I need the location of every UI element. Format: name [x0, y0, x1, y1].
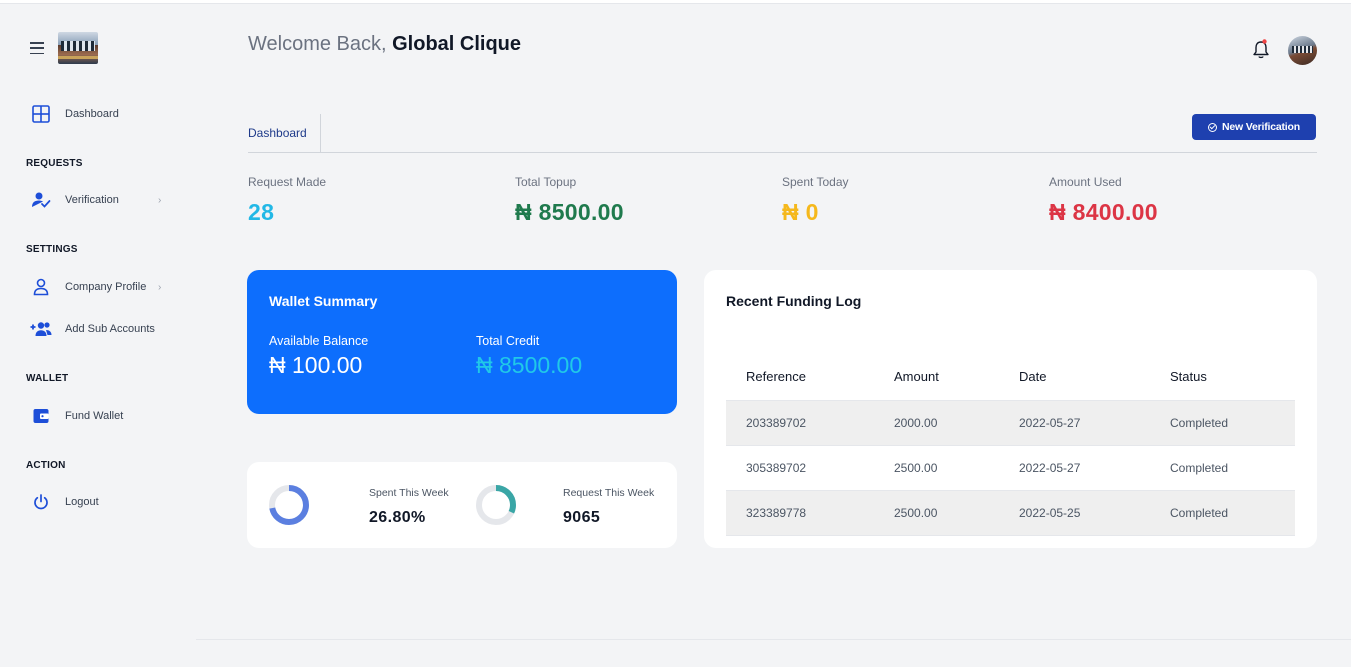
power-icon — [30, 492, 52, 512]
user-icon — [30, 277, 52, 297]
stat-amount-used: Amount Used ₦ 8400.00 — [1049, 175, 1158, 226]
spent-week-donut — [269, 485, 309, 525]
stat-value: 28 — [248, 199, 275, 225]
request-week-donut — [476, 485, 516, 525]
sidebar: Dashboard REQUESTS Verification › SETTIN… — [0, 4, 196, 667]
cell-date: 2022-05-25 — [1019, 506, 1081, 520]
sidebar-item-label: Dashboard — [65, 108, 119, 120]
chevron-right-icon: › — [158, 194, 162, 206]
weekly-stats-card: Spent This Week 26.80% Request This Week… — [247, 462, 677, 548]
welcome-prefix: Welcome Back, — [248, 33, 393, 55]
column-header: Date — [1019, 369, 1047, 384]
user-check-icon — [30, 190, 52, 210]
sidebar-item-label: Logout — [65, 496, 99, 508]
cell-reference: 323389778 — [746, 506, 807, 520]
stat-value: ₦ 8500.00 — [515, 199, 624, 225]
cell-amount: 2500.00 — [894, 506, 938, 520]
sidebar-item-company-profile[interactable]: Company Profile › — [30, 277, 161, 297]
user-name: Global Clique — [392, 33, 522, 55]
stat-value: ₦ 8400.00 — [1049, 199, 1158, 225]
sidebar-header — [30, 32, 98, 64]
total-credit-value: ₦ 8500.00 — [476, 352, 583, 378]
top-border — [0, 0, 1351, 4]
table-row: 323389778 2500.00 2022-05-25 Completed — [726, 491, 1295, 536]
stat-total-topup: Total Topup ₦ 8500.00 — [515, 175, 624, 226]
sidebar-item-label: Add Sub Accounts — [65, 323, 155, 335]
stat-value: ₦ 0 — [782, 199, 819, 225]
hamburger-menu-icon[interactable] — [30, 42, 44, 54]
cell-amount: 2000.00 — [894, 416, 938, 430]
footer-divider — [196, 639, 1351, 640]
wallet-summary-title: Wallet Summary — [269, 293, 378, 309]
spent-week-value: 26.80% — [369, 509, 426, 526]
cell-status: Completed — [1170, 461, 1229, 475]
table-row: 305389702 2500.00 2022-05-27 Completed — [726, 446, 1295, 491]
spent-week-label: Spent This Week — [369, 487, 449, 499]
section-settings: SETTINGS — [26, 244, 78, 255]
stat-spent-today: Spent Today ₦ 0 — [782, 175, 849, 226]
column-header: Reference — [746, 369, 806, 384]
chevron-right-icon: › — [158, 281, 162, 293]
cell-status: Completed — [1170, 506, 1229, 520]
new-verification-label: New Verification — [1222, 121, 1300, 133]
bell-icon[interactable] — [1252, 38, 1270, 60]
column-header: Status — [1170, 369, 1207, 384]
stat-label: Amount Used — [1049, 175, 1122, 189]
cell-reference: 203389702 — [746, 416, 807, 430]
funding-log-card: Recent Funding Log Reference Amount Date… — [704, 270, 1317, 548]
funding-log-title: Recent Funding Log — [726, 293, 862, 309]
stat-label: Spent Today — [782, 175, 849, 189]
check-circle-icon — [1208, 122, 1218, 132]
sidebar-item-label: Verification — [65, 194, 119, 206]
sidebar-item-logout[interactable]: Logout — [30, 492, 99, 512]
cell-status: Completed — [1170, 416, 1229, 430]
sidebar-item-dashboard[interactable]: Dashboard — [30, 104, 119, 124]
available-balance-label: Available Balance — [269, 334, 369, 348]
cell-amount: 2500.00 — [894, 461, 938, 475]
sidebar-item-add-sub-accounts[interactable]: Add Sub Accounts — [30, 319, 155, 339]
users-plus-icon — [30, 319, 52, 339]
cell-reference: 305389702 — [746, 461, 807, 475]
wallet-summary-card: Wallet Summary Available Balance ₦ 100.0… — [247, 270, 677, 414]
table-header: Reference Amount Date Status — [726, 356, 1295, 401]
sidebar-item-label: Fund Wallet — [65, 410, 124, 422]
grid-icon — [30, 104, 52, 124]
stat-request-made: Request Made 28 — [248, 175, 326, 226]
tab-bar: Dashboard — [248, 114, 1317, 153]
section-requests: REQUESTS — [26, 158, 83, 169]
new-verification-button[interactable]: New Verification — [1192, 114, 1316, 140]
request-week-label: Request This Week — [563, 487, 655, 499]
section-action: ACTION — [26, 460, 66, 471]
sidebar-item-verification[interactable]: Verification › — [30, 190, 161, 210]
request-week-value: 9065 — [563, 509, 601, 526]
cell-date: 2022-05-27 — [1019, 416, 1081, 430]
table-row: 203389702 2000.00 2022-05-27 Completed — [726, 401, 1295, 446]
company-logo[interactable] — [58, 32, 98, 64]
section-wallet: WALLET — [26, 373, 69, 384]
total-credit-label: Total Credit — [476, 334, 540, 348]
sidebar-item-fund-wallet[interactable]: Fund Wallet — [30, 406, 123, 426]
wallet-icon — [30, 406, 52, 426]
tab-dashboard[interactable]: Dashboard — [248, 114, 321, 152]
welcome-heading: Welcome Back, Global Clique — [248, 33, 521, 56]
stat-label: Total Topup — [515, 175, 577, 189]
column-header: Amount — [894, 369, 939, 384]
avatar[interactable] — [1288, 36, 1317, 65]
stat-label: Request Made — [248, 175, 327, 189]
sidebar-item-label: Company Profile — [65, 281, 147, 293]
available-balance-value: ₦ 100.00 — [269, 352, 363, 378]
cell-date: 2022-05-27 — [1019, 461, 1081, 475]
funding-log-table: Reference Amount Date Status 203389702 2… — [726, 356, 1295, 536]
